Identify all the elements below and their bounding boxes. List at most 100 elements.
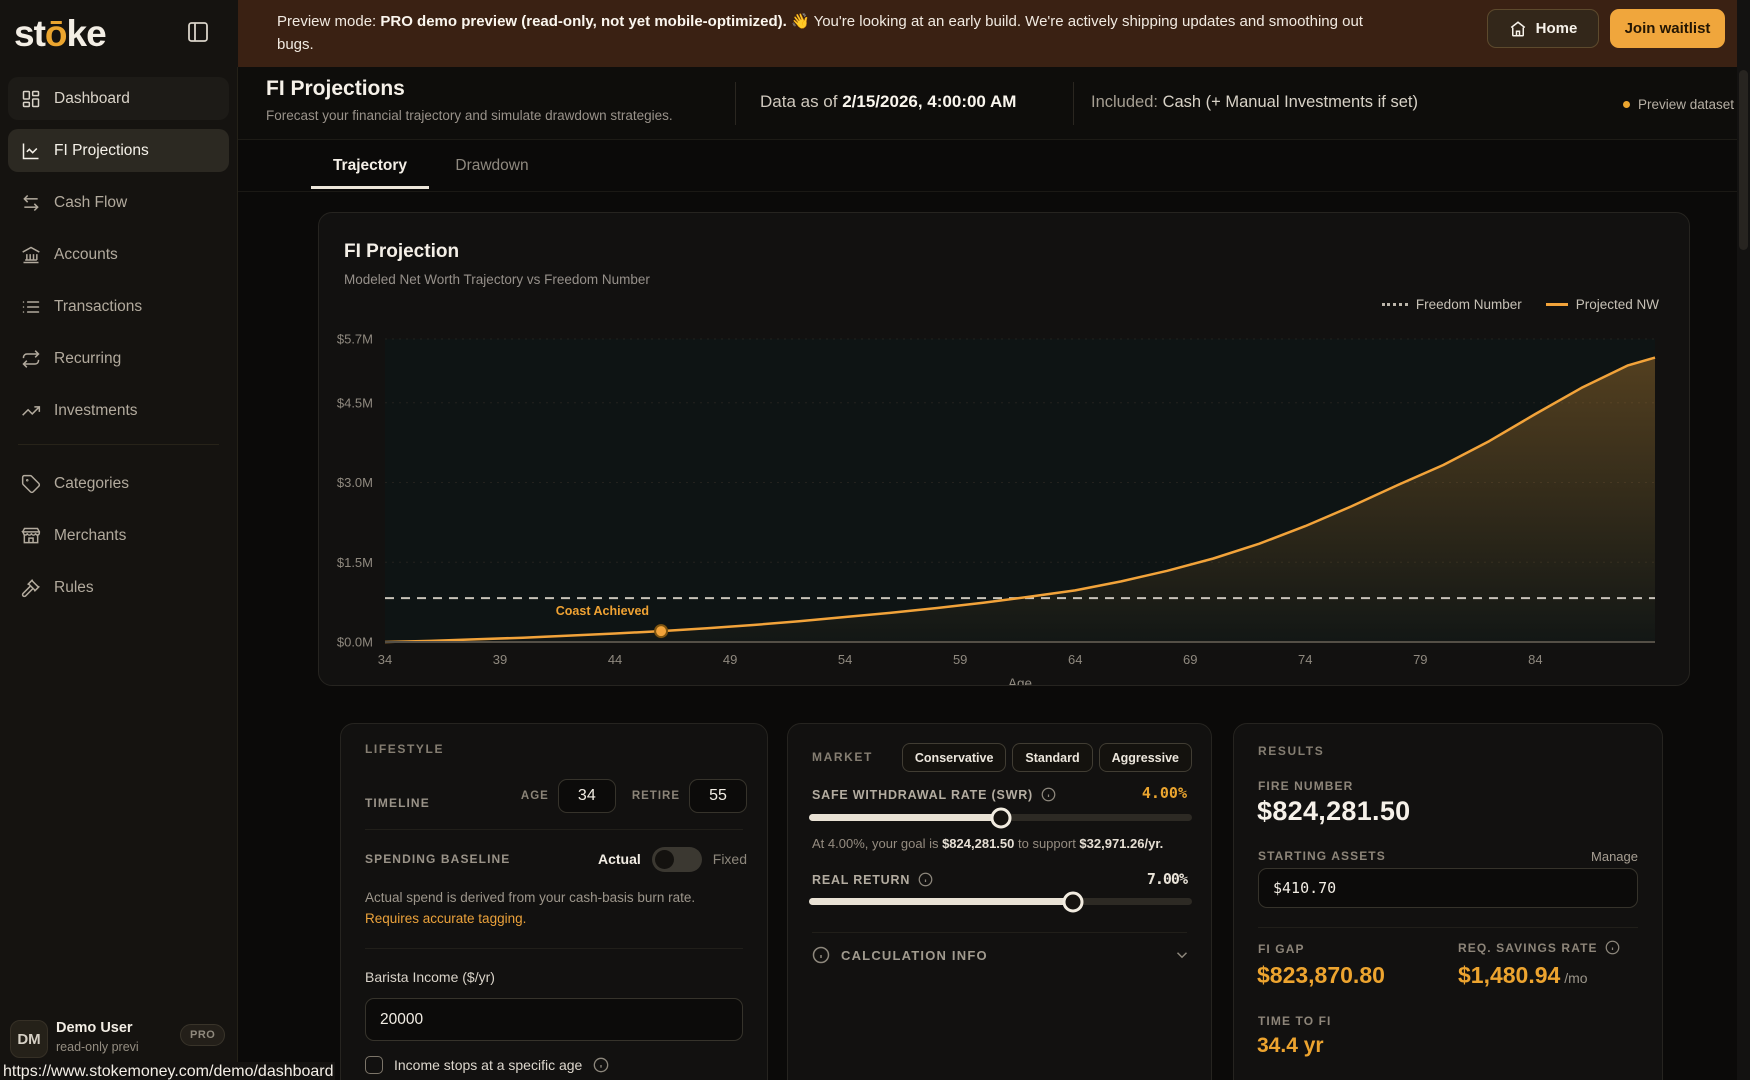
home-button-label: Home [1535, 20, 1578, 37]
info-icon[interactable] [918, 872, 934, 888]
status-url: https://www.stokemoney.com/demo/dashboar… [3, 1063, 334, 1080]
scrollbar-thumb[interactable] [1739, 70, 1748, 250]
pro-badge: PRO [180, 1024, 226, 1046]
sidebar-item-categories[interactable]: Categories [8, 462, 229, 505]
preset-standard-button[interactable]: Standard [1012, 743, 1093, 772]
header-separator [1073, 82, 1074, 125]
spending-note-text: Actual spend is derived from your cash-b… [365, 890, 696, 905]
join-waitlist-button[interactable]: Join waitlist [1610, 9, 1725, 48]
svg-text:49: 49 [723, 652, 737, 667]
home-icon [1509, 20, 1527, 38]
home-button[interactable]: Home [1487, 9, 1599, 48]
sidebar-item-merchants[interactable]: Merchants [8, 514, 229, 557]
age-label: AGE [520, 790, 549, 802]
sidebar-item-recurring[interactable]: Recurring [8, 337, 229, 380]
divider [812, 932, 1187, 933]
req-savings-unit: /mo [1560, 970, 1588, 986]
arrows-left-right-icon [21, 193, 41, 213]
barista-income-label: Barista Income ($/yr) [365, 969, 495, 985]
income-stop-checkbox[interactable] [365, 1056, 383, 1074]
svg-text:$4.5M: $4.5M [337, 395, 373, 410]
chevron-down-icon [1173, 946, 1191, 964]
page-header: FI Projections Forecast your financial t… [238, 67, 1750, 140]
repeat-icon [21, 349, 41, 369]
svg-text:$1.5M: $1.5M [337, 555, 373, 570]
slider-knob[interactable] [990, 807, 1011, 828]
tagging-link[interactable]: Requires accurate tagging. [365, 908, 695, 929]
results-heading: RESULTS [1258, 744, 1325, 758]
svg-text:79: 79 [1413, 652, 1427, 667]
info-icon[interactable] [1605, 940, 1621, 956]
sidebar-item-label: Merchants [54, 526, 127, 544]
sidebar-item-fi-projections[interactable]: FI Projections [8, 129, 229, 172]
svg-text:69: 69 [1183, 652, 1197, 667]
fi-gap-label: FI GAP [1258, 942, 1305, 956]
app-logo[interactable]: stōke [14, 12, 107, 55]
sidebar-item-transactions[interactable]: Transactions [8, 285, 229, 328]
sidebar-nav: Dashboard FI Projections Cash Flow Accou… [8, 77, 229, 618]
logo-text: st [14, 12, 46, 54]
real-return-slider[interactable] [809, 891, 1192, 912]
svg-text:34: 34 [378, 652, 392, 667]
actual-label: Actual [597, 851, 641, 867]
data-as-of: Data as of 2/15/2026, 4:00:00 AM [760, 92, 1016, 112]
swr-note-support: $32,971.26/yr. [1079, 836, 1164, 851]
tab-drawdown[interactable]: Drawdown [450, 140, 534, 189]
slider-knob[interactable] [1062, 891, 1084, 912]
page-subtitle: Forecast your financial trajectory and s… [266, 108, 673, 123]
logo-area: stōke [0, 0, 238, 67]
line-chart-icon [21, 141, 41, 161]
sidebar-divider [18, 444, 219, 445]
page-scrollbar[interactable] [1737, 0, 1750, 1080]
sidebar-item-label: Accounts [54, 245, 118, 263]
preview-banner-text: Preview mode: PRO demo preview (read-onl… [277, 10, 1377, 56]
info-icon[interactable] [1041, 787, 1057, 803]
sidebar-item-dashboard[interactable]: Dashboard [8, 77, 229, 120]
app-root: stōke Preview mode: PRO demo preview (re… [0, 0, 1750, 1080]
barista-income-input[interactable] [365, 998, 743, 1041]
spending-baseline-toggle[interactable] [651, 846, 702, 872]
fixed-label: Fixed [712, 851, 747, 867]
included-info: Included: Cash (+ Manual Investments if … [1091, 93, 1418, 112]
user-name: Demo User [56, 1020, 133, 1036]
svg-text:59: 59 [953, 652, 967, 667]
sidebar-item-cash-flow[interactable]: Cash Flow [8, 181, 229, 224]
store-icon [21, 526, 41, 546]
avatar-initials: DM [17, 1030, 41, 1048]
starting-assets-input[interactable] [1258, 868, 1638, 908]
manage-link[interactable]: Manage [1591, 849, 1638, 864]
req-savings-label-row: REQ. SAVINGS RATE [1458, 940, 1621, 956]
swr-slider[interactable] [809, 807, 1192, 828]
time-to-fi-value: 34.4 yr [1257, 1034, 1324, 1057]
sidebar-item-rules[interactable]: Rules [8, 566, 229, 609]
fire-number-label: FIRE NUMBER [1258, 779, 1354, 793]
fire-number-value: $824,281.50 [1257, 796, 1411, 826]
calculation-info-accordion[interactable]: CALCULATION INFO [812, 946, 1191, 964]
retire-input[interactable] [689, 779, 747, 813]
logo-o: ō [44, 12, 68, 54]
bank-icon [21, 245, 41, 265]
info-icon[interactable] [593, 1057, 609, 1073]
req-savings-amount: $1,480.94 [1458, 962, 1561, 988]
swr-label: SAFE WITHDRAWAL RATE (SWR) [812, 788, 1034, 802]
sidebar-item-investments[interactable]: Investments [8, 389, 229, 432]
slider-fill [809, 898, 1074, 905]
tab-bar: Trajectory Drawdown [238, 140, 1750, 192]
market-panel: MARKET Conservative Standard Aggressive … [787, 723, 1212, 1080]
fi-projection-chart[interactable]: $0.0M $1.5M $3.0M $4.5M $5.7M 34 39 44 49 54 59 64 6… [319, 213, 1689, 685]
svg-text:Coast Achieved: Coast Achieved [556, 604, 649, 618]
trending-up-icon [21, 401, 41, 421]
preset-conservative-button[interactable]: Conservative [901, 743, 1007, 772]
real-return-label-row: REAL RETURN [812, 872, 934, 888]
sidebar-item-accounts[interactable]: Accounts [8, 233, 229, 276]
age-input[interactable] [557, 779, 616, 813]
data-as-of-value: 2/15/2026, 4:00:00 AM [842, 92, 1017, 111]
sidebar-toggle-icon[interactable] [186, 20, 210, 44]
preset-aggressive-button[interactable]: Aggressive [1098, 743, 1192, 772]
svg-text:74: 74 [1298, 652, 1312, 667]
spending-note: Actual spend is derived from your cash-b… [365, 887, 695, 929]
sidebar-item-label: Cash Flow [54, 193, 128, 211]
sidebar-item-label: Categories [54, 474, 129, 492]
divider [365, 829, 743, 830]
tab-trajectory[interactable]: Trajectory [311, 140, 429, 189]
